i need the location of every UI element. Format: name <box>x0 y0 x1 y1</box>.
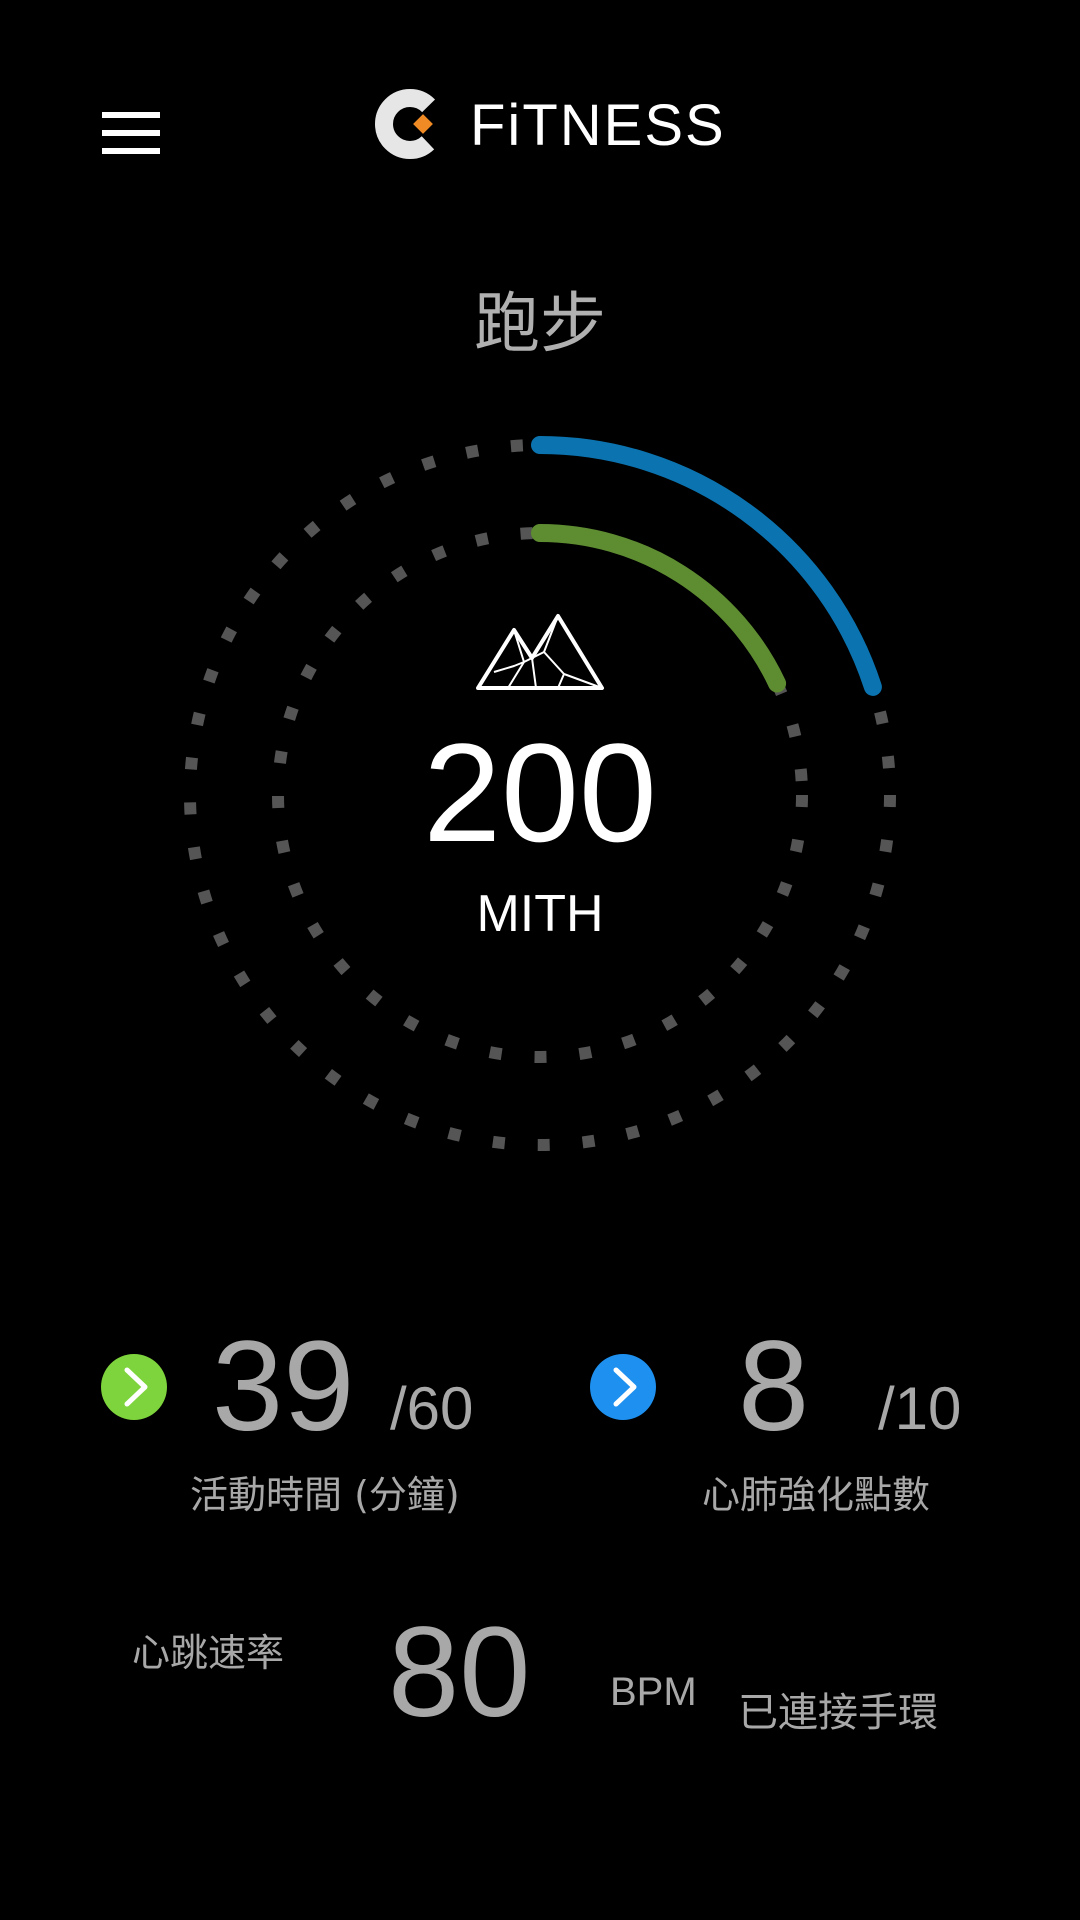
brand-name: FiTNESS <box>470 93 726 158</box>
heart-points-goal: /10 <box>878 1375 962 1442</box>
heart-points-button[interactable] <box>590 1354 656 1420</box>
chevron-right-icon <box>124 1367 148 1407</box>
c-logo-icon <box>375 89 445 159</box>
heart-points-value: 8 <box>738 1315 810 1458</box>
activity-unit: MITH <box>476 885 604 943</box>
mountain-icon <box>476 614 604 690</box>
chevron-right-icon <box>613 1367 637 1407</box>
activity-title: 跑步 <box>474 285 606 362</box>
band-connection-status: 已連接手環 <box>738 1690 938 1736</box>
activity-value: 200 <box>423 714 657 871</box>
active-minutes-button[interactable] <box>101 1354 167 1420</box>
app-logo: FiTNESS <box>370 84 724 174</box>
menu-button[interactable] <box>96 104 168 160</box>
heart-points-label: 心肺強化點數 <box>702 1473 931 1517</box>
heart-rate-label: 心跳速率 <box>132 1631 285 1675</box>
active-minutes-goal: /60 <box>390 1375 474 1442</box>
active-minutes-label: 活動時間 (分鐘) <box>190 1473 460 1517</box>
heart-rate-value: 80 <box>388 1601 531 1744</box>
active-minutes-value: 39 <box>212 1315 355 1458</box>
heart-rate-unit: BPM <box>610 1670 697 1714</box>
